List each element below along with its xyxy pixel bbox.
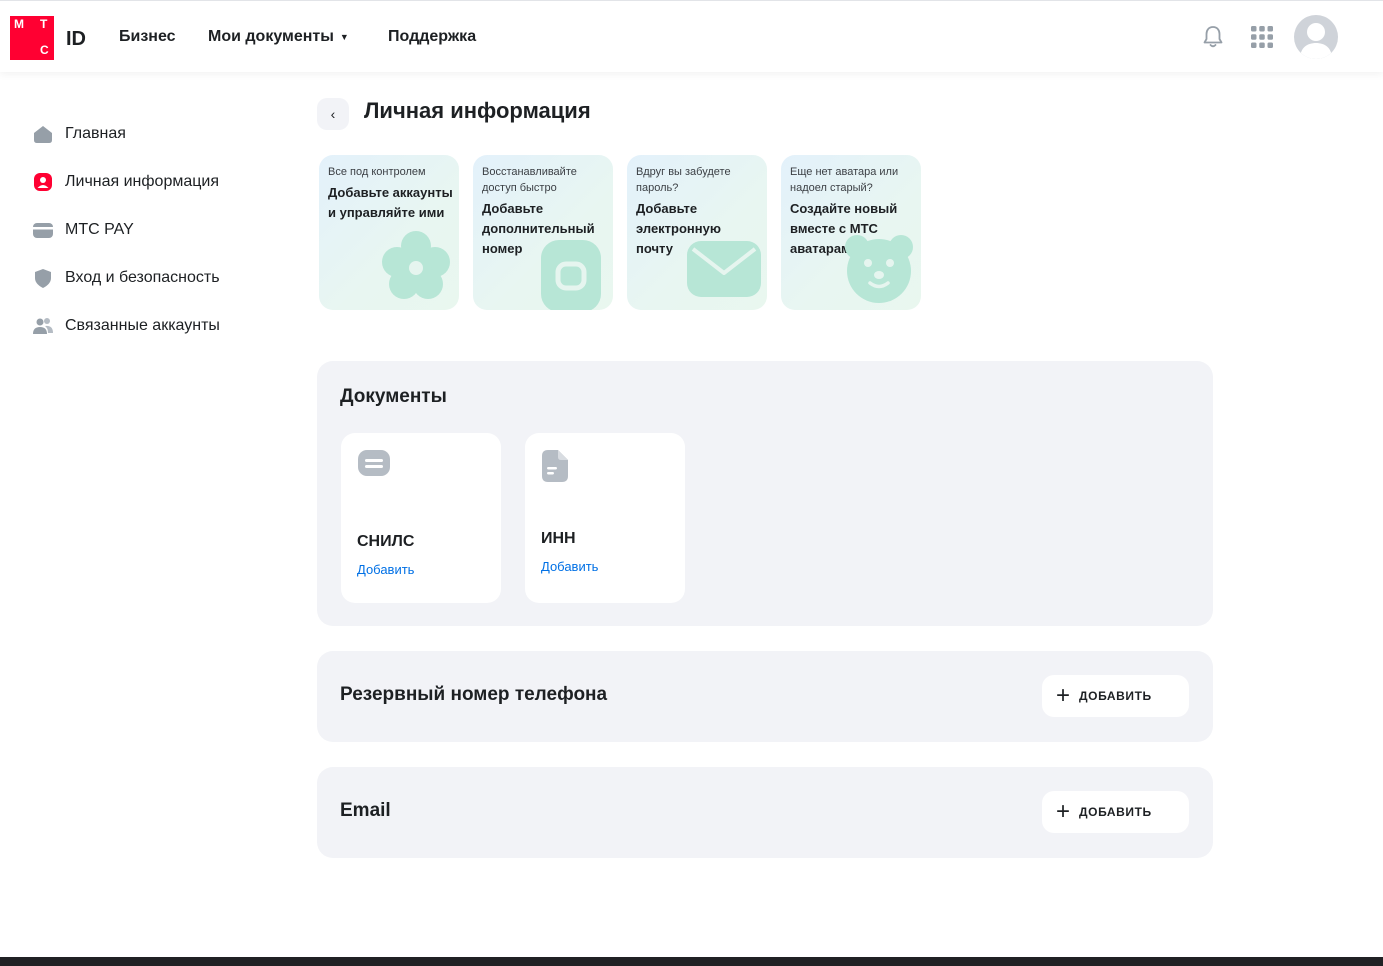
mts-logo[interactable]: М Т С — [10, 16, 54, 60]
backup-phone-section: Резервный номер телефона + ДОБАВИТЬ — [317, 651, 1213, 742]
nav-my-documents-label: Мои документы — [208, 28, 334, 45]
add-button-label: ДОБАВИТЬ — [1079, 805, 1152, 819]
sidebar-item-label: Связанные аккаунты — [65, 317, 220, 334]
taskbar-strip — [0, 957, 1383, 966]
logo-id-text: ID — [66, 28, 86, 50]
document-add-link[interactable]: Добавить — [357, 562, 414, 577]
sidebar-item-security[interactable]: Вход и безопасность — [32, 264, 220, 292]
shield-icon — [32, 267, 54, 289]
document-card-inn[interactable]: ИНН Добавить — [525, 433, 685, 603]
card-icon — [32, 219, 54, 241]
documents-section: Документы СНИЛС Добавить ИНН Добавить — [317, 361, 1213, 626]
sidebar-item-personal-info[interactable]: Личная информация — [32, 168, 219, 196]
bear-icon — [845, 235, 913, 303]
top-header: М Т С ID Бизнес Мои документы ▼ Поддержка — [0, 0, 1383, 72]
snils-card-icon — [358, 450, 390, 476]
document-add-link[interactable]: Добавить — [541, 559, 598, 574]
sidebar-item-label: Личная информация — [65, 173, 220, 190]
promo-big-text: Добавьте аккаунты и управляйте ими — [328, 185, 453, 220]
chevron-left-icon: ‹ — [330, 106, 336, 122]
email-section: Email + ДОБАВИТЬ — [317, 767, 1213, 858]
documents-title: Документы — [340, 386, 447, 407]
sidebar-item-mts-pay[interactable]: МТС PAY — [32, 216, 134, 244]
apps-grid-icon[interactable] — [1251, 26, 1273, 53]
promo-card-email[interactable]: Вдруг вы забудете пароль? Добавьте элект… — [627, 155, 767, 310]
promo-small-text: Вдруг вы забудете пароль? — [636, 166, 731, 194]
flower-icon — [382, 231, 450, 299]
logo-letter-s: С — [40, 43, 49, 57]
back-button[interactable]: ‹ — [317, 98, 349, 130]
promo-small-text: Все под контролем — [328, 166, 426, 178]
document-card-snils[interactable]: СНИЛС Добавить — [341, 433, 501, 603]
promo-card-avatar[interactable]: Еще нет аватара или надоел старый? Созда… — [781, 155, 921, 310]
phone-icon — [541, 240, 601, 310]
plus-icon: + — [1056, 682, 1071, 709]
nav-business[interactable]: Бизнес — [119, 28, 176, 46]
nav-my-documents[interactable]: Мои документы ▼ — [208, 28, 349, 46]
document-icon — [542, 450, 568, 482]
promo-small-text: Восстанавливайте доступ быстро — [482, 166, 577, 194]
logo-letter-m: М — [14, 17, 24, 31]
sidebar-item-home[interactable]: Главная — [32, 120, 126, 148]
plus-icon: + — [1056, 798, 1071, 825]
promo-small-text: Еще нет аватара или надоел старый? — [790, 166, 899, 194]
promo-card-accounts[interactable]: Все под контролем Добавьте аккаунты и уп… — [319, 155, 459, 310]
email-title: Email — [340, 800, 391, 821]
sidebar-item-label: Вход и безопасность — [65, 269, 220, 286]
add-button-label: ДОБАВИТЬ — [1079, 689, 1152, 703]
avatar[interactable] — [1294, 15, 1338, 59]
page-title: Личная информация — [364, 98, 591, 123]
sidebar-item-label: Главная — [65, 125, 126, 142]
promo-card-phone[interactable]: Восстанавливайте доступ быстро Добавьте … — [473, 155, 613, 310]
add-backup-phone-button[interactable]: + ДОБАВИТЬ — [1042, 675, 1189, 717]
nav-support[interactable]: Поддержка — [388, 28, 476, 46]
backup-phone-title: Резервный номер телефона — [340, 684, 608, 705]
add-email-button[interactable]: + ДОБАВИТЬ — [1042, 791, 1189, 833]
user-icon — [32, 171, 54, 193]
logo-letter-t: Т — [40, 17, 48, 31]
document-name: СНИЛС — [357, 533, 415, 550]
home-icon — [32, 123, 54, 145]
envelope-icon — [687, 241, 761, 297]
sidebar-item-label: МТС PAY — [65, 221, 134, 238]
bell-icon[interactable] — [1201, 24, 1225, 55]
document-name: ИНН — [541, 530, 576, 547]
sidebar-item-linked-accounts[interactable]: Связанные аккаунты — [32, 312, 220, 340]
users-icon — [32, 315, 54, 337]
caret-down-icon: ▼ — [339, 31, 349, 42]
